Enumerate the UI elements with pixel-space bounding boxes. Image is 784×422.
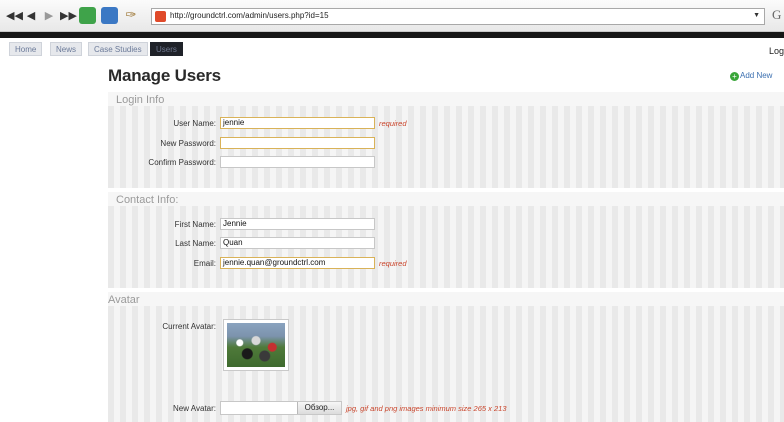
nav-tab-home[interactable]: Home bbox=[9, 42, 43, 56]
add-icon: + bbox=[730, 72, 739, 81]
address-bar[interactable]: http://groundctrl.com/admin/users.php?id… bbox=[151, 8, 765, 25]
avatar-hint: jpg, gif and png images minimum size 265… bbox=[346, 404, 507, 413]
nav-tab-case-studies[interactable]: Case Studies bbox=[88, 42, 148, 56]
first-name-input[interactable]: Jennie bbox=[220, 218, 375, 230]
add-new-button[interactable]: + Add New bbox=[730, 71, 772, 81]
rewind-icon[interactable]: ◀◀ bbox=[6, 9, 23, 23]
avatar-image bbox=[227, 323, 285, 367]
page-title: Manage Users bbox=[108, 66, 221, 85]
username-label: User Name: bbox=[173, 119, 216, 128]
confirm-password-label: Confirm Password: bbox=[148, 158, 216, 167]
forward-icon[interactable]: ▶ bbox=[42, 9, 56, 23]
browse-button[interactable]: Обзор... bbox=[297, 402, 341, 414]
last-name-label: Last Name: bbox=[175, 239, 216, 248]
section-header-band bbox=[108, 92, 784, 106]
chevron-down-icon[interactable]: ▼ bbox=[753, 12, 760, 19]
avatar-section: Avatar bbox=[108, 292, 784, 422]
email-label: Email: bbox=[193, 259, 216, 268]
refresh-icon[interactable] bbox=[79, 7, 96, 24]
email-required-note: required bbox=[379, 259, 407, 268]
address-text: http://groundctrl.com/admin/users.php?id… bbox=[170, 11, 329, 20]
tools-icon[interactable]: ✑ bbox=[124, 8, 138, 22]
add-new-label: Add New bbox=[740, 71, 773, 80]
new-password-input[interactable] bbox=[220, 137, 375, 149]
fast-forward-icon[interactable]: ▶▶ bbox=[60, 9, 77, 23]
section-header-band bbox=[108, 292, 784, 306]
email-input[interactable]: jennie.quan@groundctrl.com bbox=[220, 257, 375, 269]
username-input[interactable]: jennie bbox=[220, 117, 375, 129]
browser-toolbar: ◀◀ ◀ ▶ ▶▶ ✑ http://groundctrl.com/admin/… bbox=[0, 0, 784, 32]
left-gutter bbox=[0, 58, 108, 422]
new-password-label: New Password: bbox=[160, 139, 216, 148]
home-icon[interactable] bbox=[101, 7, 118, 24]
back-icon[interactable]: ◀ bbox=[24, 9, 38, 23]
logout-link[interactable]: Log bbox=[769, 46, 784, 56]
first-name-label: First Name: bbox=[174, 220, 216, 229]
section-header-band bbox=[108, 192, 784, 206]
nav-tab-news[interactable]: News bbox=[50, 42, 83, 56]
site-nav: Home News Case Studies Users Log bbox=[0, 38, 784, 58]
search-engine-icon[interactable]: G bbox=[772, 7, 781, 23]
new-avatar-label: New Avatar: bbox=[173, 404, 216, 413]
section-title: Contact Info: bbox=[116, 194, 179, 206]
site-favicon-icon bbox=[155, 11, 166, 22]
current-avatar-label: Current Avatar: bbox=[162, 322, 216, 331]
confirm-password-input[interactable] bbox=[220, 156, 375, 168]
username-required-note: required bbox=[379, 119, 407, 128]
current-avatar-thumbnail bbox=[223, 319, 289, 371]
last-name-input[interactable]: Quan bbox=[220, 237, 375, 249]
nav-tab-users[interactable]: Users bbox=[150, 42, 183, 56]
section-title: Login Info bbox=[116, 94, 165, 106]
section-title: Avatar bbox=[108, 294, 140, 306]
